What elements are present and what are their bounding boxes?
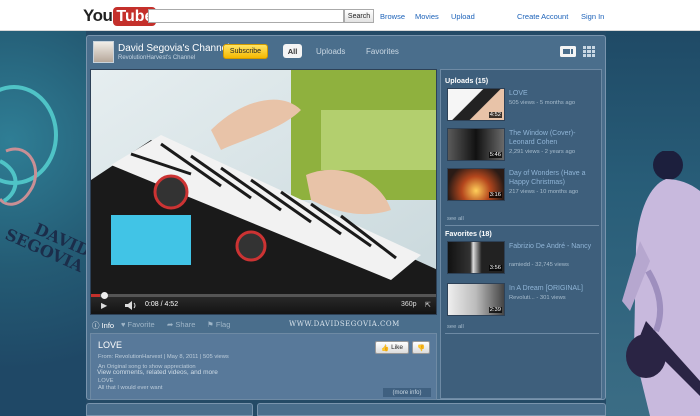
video-title-link[interactable]: Day of Wonders (Have a Happy Christmas) [509,170,601,187]
more-info-button[interactable]: (more info) [383,388,431,397]
grid-view-icon[interactable] [583,46,595,57]
player-view-icon[interactable] [560,46,576,57]
search-button[interactable]: Search [344,9,374,23]
fullscreen-icon[interactable]: ⇱ [425,301,431,309]
video-meta: Revoluti... - 301 views [509,295,566,301]
description-line-2: LOVE [98,378,114,384]
favorite-item[interactable]: 3:56 Fabrizio De André - Nancy ramiedd -… [445,241,601,277]
channel-name[interactable]: David Segovia's Channel [118,43,229,54]
video-title: LOVE [98,340,123,350]
tab-share[interactable]: ➦ Share [167,320,195,329]
tab-favorite-label: Favorite [127,320,155,329]
logo-you: You [83,6,113,25]
search-input[interactable] [148,9,344,23]
video-title-link[interactable]: In A Dream [ORIGINAL] [509,285,601,294]
channel-sidebar: Uploads (15) 4:52 LOVE 505 views - 5 mon… [440,69,602,399]
video-thumbnail[interactable]: 5:46 [447,128,505,161]
play-icon[interactable]: ▶ [101,301,107,310]
tab-favorite[interactable]: ♥ Favorite [121,320,155,329]
like-label: Like [391,344,404,351]
bottom-module-left [86,403,253,416]
channel-subtitle: RevolutionHarvest's Channel [118,55,196,61]
nav-upload[interactable]: Upload [451,12,475,21]
video-thumbnail[interactable]: 2:39 [447,283,505,316]
view-comments-link[interactable]: View comments, related videos, and more [97,369,218,376]
sidebar-divider [445,333,599,334]
video-action-tabs: ⓘ Info ♥ Favorite ➦ Share ⚑ Flag WWW.DAV… [90,317,437,332]
video-player[interactable]: ▶ 0:08 / 4:52 360p ⇱ [90,69,437,315]
sign-in-link[interactable]: Sign In [581,12,604,21]
video-meta: ramiedd - 32,745 views [509,262,569,268]
tab-all[interactable]: All [283,44,302,58]
subscribe-button[interactable]: Subscribe [223,44,268,59]
video-title-link[interactable]: LOVE [509,90,601,99]
like-button[interactable]: 👍 Like [375,341,409,354]
video-meta: 2,291 views - 2 years ago [509,149,576,155]
video-title-link[interactable]: The Window (Cover)-Leonard Cohen [509,130,601,147]
volume-icon[interactable] [125,301,137,310]
favorite-item[interactable]: 2:39 In A Dream [ORIGINAL] Revoluti... -… [445,283,601,319]
video-duration: 2:39 [488,307,502,313]
thumbs-up-icon: 👍 [380,344,390,352]
player-controls: ▶ 0:08 / 4:52 360p ⇱ [91,292,436,314]
nav-browse[interactable]: Browse [380,12,405,21]
progress-bar[interactable] [91,292,436,299]
guitarist-silhouette-art [622,151,700,416]
left-background-art: DAVID SEGOVIA [0,31,93,416]
video-description: LOVE From: RevolutionHarvest | May 8, 20… [90,333,437,400]
channel-header: David Segovia's Channel RevolutionHarves… [87,36,605,68]
video-thumbnail[interactable]: 4:52 [447,88,505,121]
video-frame-piano [91,70,436,294]
video-thumbnail[interactable]: 3:56 [447,241,505,274]
tab-share-label: Share [175,320,196,329]
dislike-button[interactable]: 👎 [412,341,430,354]
channel-panel: David Segovia's Channel RevolutionHarves… [86,35,606,400]
thumbs-down-icon: 👎 [416,344,426,352]
progress-fill [91,294,101,297]
tab-info-label: Info [101,321,115,330]
upload-item[interactable]: 5:46 The Window (Cover)-Leonard Cohen 2,… [445,128,601,164]
video-meta: 217 views - 10 months ago [509,189,579,195]
video-thumbnail[interactable]: 3:16 [447,168,505,201]
video-title-link[interactable]: Fabrizio De André - Nancy [509,243,601,252]
youtube-logo[interactable]: You Tube [83,6,157,26]
upload-item[interactable]: 4:52 LOVE 505 views - 5 months ago [445,88,601,124]
sidebar-divider [445,225,599,226]
uploads-heading[interactable]: Uploads (15) [445,76,488,85]
website-watermark: WWW.DAVIDSEGOVIA.COM [289,320,400,328]
tab-flag-label: Flag [215,320,231,329]
video-duration: 4:52 [488,112,502,118]
bottom-module-right [257,403,606,416]
tab-favorites[interactable]: Favorites [366,47,399,56]
channel-avatar[interactable] [93,41,114,63]
video-meta: From: RevolutionHarvest | May 8, 2011 | … [98,354,229,360]
uploads-see-all-link[interactable]: see all [447,216,464,222]
tab-info[interactable]: ⓘ Info [92,320,114,331]
upload-item[interactable]: 3:16 Day of Wonders (Have a Happy Christ… [445,168,601,204]
video-meta: 505 views - 5 months ago [509,100,576,106]
video-duration: 3:16 [488,192,502,198]
create-account-link[interactable]: Create Account [517,12,568,21]
video-duration: 5:46 [488,152,502,158]
time-display: 0:08 / 4:52 [145,301,179,308]
tab-uploads[interactable]: Uploads [316,47,345,56]
progress-knob[interactable] [101,292,108,299]
favorites-heading[interactable]: Favorites (18) [445,229,492,238]
video-duration: 3:56 [488,265,502,271]
top-bar: You Tube Search Browse Movies Upload Cre… [0,0,700,31]
favorites-see-all-link[interactable]: see all [447,324,464,330]
quality-selector[interactable]: 360p [401,301,417,308]
tab-flag[interactable]: ⚑ Flag [207,320,230,329]
nav-movies[interactable]: Movies [415,12,439,21]
description-line-3: All that I would ever want [98,385,163,391]
right-background-art [606,31,700,416]
